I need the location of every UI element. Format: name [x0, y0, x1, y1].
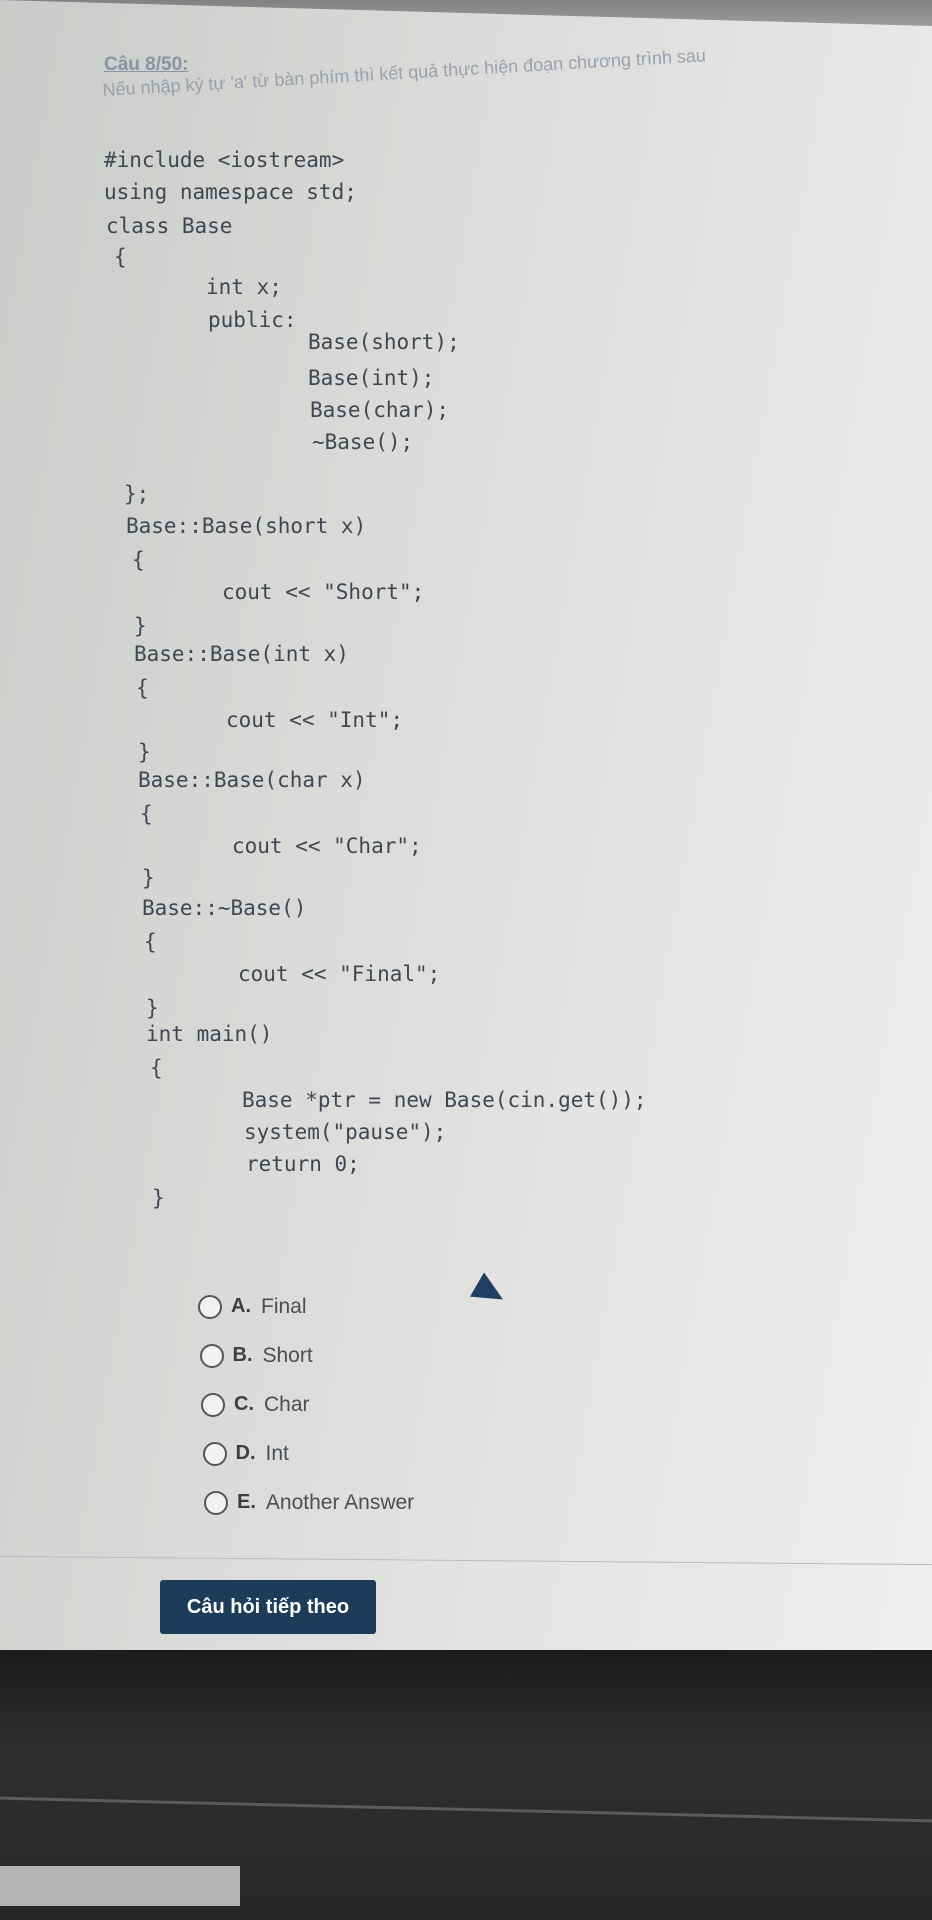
code-line: cout << "Int";	[226, 708, 404, 732]
code-line: int main()	[146, 1022, 273, 1046]
answer-options: A. Final B. Short C. Char D. Int E. Another Answe…	[198, 1282, 414, 1527]
code-line: cout << "Char";	[232, 834, 422, 858]
answer-option[interactable]: D. Int	[202, 1429, 415, 1478]
radio-circle-icon[interactable]	[201, 1392, 225, 1417]
code-line: system("pause");	[244, 1120, 447, 1144]
code-line: class Base	[106, 214, 233, 238]
code-line: {	[114, 245, 127, 269]
option-text: Another Answer	[265, 1490, 415, 1514]
option-letter: B.	[232, 1344, 253, 1366]
code-line: }	[142, 866, 155, 890]
code-line: Base::Base(int x)	[134, 642, 349, 666]
code-line: {	[140, 802, 153, 826]
radio-circle-icon[interactable]	[204, 1490, 228, 1515]
next-question-button[interactable]: Câu hỏi tiếp theo	[160, 1580, 376, 1634]
code-line: return 0;	[246, 1152, 360, 1176]
radio-circle-icon[interactable]	[202, 1441, 227, 1466]
question-prompt: Nếu nhập ký tự 'a' từ bàn phím thì kết q…	[102, 45, 707, 100]
quiz-page: Câu 8/50: Nếu nhập ký tự 'a' từ bàn phím…	[0, 0, 932, 1660]
answer-option[interactable]: B. Short	[199, 1331, 415, 1380]
code-line: cout << "Final";	[238, 962, 441, 986]
answer-option[interactable]: C. Char	[201, 1380, 414, 1429]
code-line: };	[124, 482, 150, 506]
code-line: Base::Base(short x)	[126, 514, 367, 538]
code-line: }	[134, 614, 147, 638]
option-letter: A.	[231, 1295, 251, 1317]
option-letter: D.	[235, 1442, 256, 1464]
code-line: }	[152, 1186, 165, 1210]
option-letter: C.	[234, 1393, 254, 1415]
mouse-pointer-icon	[470, 1272, 510, 1312]
option-text: Int	[265, 1441, 289, 1465]
code-line: }	[146, 996, 159, 1020]
option-text: Char	[264, 1392, 310, 1416]
code-line: {	[132, 548, 145, 572]
code-line: Base(int);	[308, 366, 435, 390]
code-line: }	[138, 740, 151, 764]
code-line: #include <iostream>	[104, 148, 345, 172]
code-line: ~Base();	[312, 430, 414, 454]
option-letter: E.	[237, 1491, 256, 1513]
code-line: Base(short);	[308, 330, 460, 354]
radio-circle-icon[interactable]	[198, 1294, 222, 1319]
code-line: Base(char);	[310, 398, 450, 422]
question-title: Câu 8/50:	[104, 54, 189, 75]
code-line: int x;	[206, 275, 282, 299]
answer-option[interactable]: E. Another Answer	[204, 1478, 414, 1527]
bezel-corner-piece	[0, 1866, 240, 1906]
divider	[0, 1555, 932, 1566]
code-line: public:	[208, 308, 297, 332]
code-line: cout << "Short";	[222, 580, 425, 604]
option-text: Short	[262, 1343, 313, 1367]
code-line: {	[136, 676, 149, 700]
code-line: using namespace std;	[104, 180, 357, 204]
code-line: Base::Base(char x)	[138, 768, 366, 792]
answer-option[interactable]: A. Final	[198, 1282, 414, 1331]
option-text: Final	[261, 1294, 307, 1318]
code-line: {	[150, 1056, 163, 1080]
code-line: Base *ptr = new Base(cin.get());	[242, 1088, 647, 1112]
code-line: Base::~Base()	[142, 896, 307, 920]
code-line: {	[144, 930, 157, 954]
radio-circle-icon[interactable]	[199, 1343, 224, 1368]
